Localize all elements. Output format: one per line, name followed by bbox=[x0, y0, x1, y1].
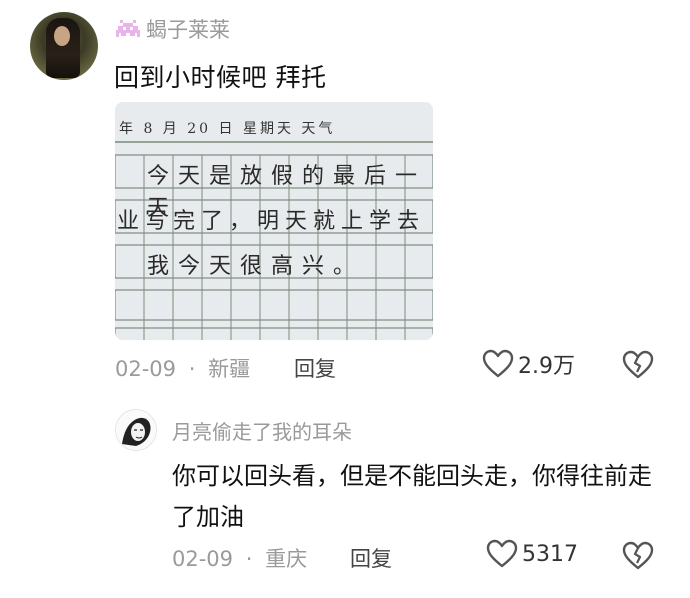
comment-text: 回到小时候吧 拜托 bbox=[114, 63, 327, 92]
comment-meta: 02-09 · 新疆 bbox=[115, 353, 250, 383]
sketch-portrait bbox=[116, 410, 156, 450]
diary-line: 业写完了，明天就上学去 bbox=[117, 209, 426, 234]
avatar[interactable] bbox=[115, 409, 157, 451]
comment-location: 新疆 bbox=[208, 357, 251, 381]
heart-icon bbox=[486, 539, 518, 568]
comment-location: 重庆 bbox=[265, 547, 308, 571]
like-button[interactable]: 5317 bbox=[486, 539, 578, 569]
comment-date: 02-09 bbox=[115, 357, 177, 381]
diary-header: 年 8 月 20 日 星期天 天气 bbox=[119, 121, 336, 137]
meta-separator: · bbox=[245, 547, 253, 571]
heart-icon bbox=[482, 349, 514, 378]
like-count: 2.9万 bbox=[518, 354, 575, 379]
diary-line: 我今天很高兴。 bbox=[147, 254, 365, 279]
space-invader-badge-icon bbox=[116, 20, 140, 37]
broken-heart-icon[interactable] bbox=[622, 350, 654, 380]
username[interactable]: 月亮偷走了我的耳朵 bbox=[172, 416, 352, 445]
broken-heart-icon[interactable] bbox=[622, 541, 654, 571]
like-button[interactable]: 2.9万 bbox=[482, 348, 575, 380]
comment-thread: 蝎子莱莱 回到小时候吧 拜托 年 8 月 20 日 星期天 天气 今天是放假的最… bbox=[0, 0, 690, 598]
diary-photo[interactable]: 年 8 月 20 日 星期天 天气 今天是放假的最后一天 业写完了，明天就上学去… bbox=[115, 102, 433, 340]
reply-button[interactable]: 回复 bbox=[294, 353, 336, 383]
like-count: 5317 bbox=[522, 541, 578, 567]
comment-meta: 02-09 · 重庆 bbox=[172, 543, 307, 573]
comment-date: 02-09 bbox=[172, 547, 234, 571]
comment-text: 你可以回头看，但是不能回头走，你得往前走了加油 bbox=[172, 462, 652, 531]
avatar[interactable] bbox=[30, 12, 98, 80]
reply-button[interactable]: 回复 bbox=[350, 543, 392, 573]
username-text: 蝎子莱莱 bbox=[146, 18, 230, 42]
username[interactable]: 蝎子莱莱 bbox=[114, 14, 230, 44]
meta-separator: · bbox=[188, 357, 196, 381]
